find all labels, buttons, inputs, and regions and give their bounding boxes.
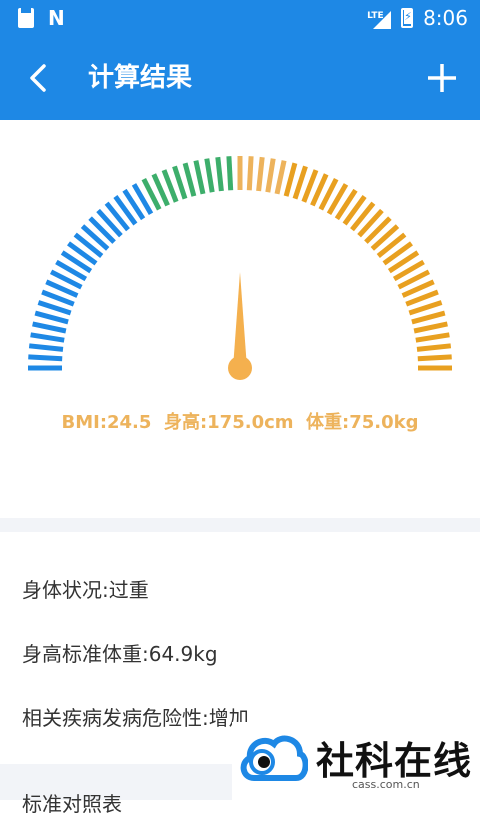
- cloud-eye-logo-icon: [240, 735, 308, 781]
- notification-n-icon: N: [48, 6, 65, 30]
- gauge-tick: [283, 162, 298, 197]
- gauge-tick: [411, 310, 446, 325]
- section-divider: [0, 518, 480, 532]
- gauge-tick: [292, 165, 308, 200]
- gauge-tick: [215, 156, 224, 192]
- gauge-tick: [417, 354, 452, 362]
- gauge-tick: [265, 158, 276, 193]
- gauge-tick: [408, 300, 443, 316]
- standard-weight: 身高标准体重:64.9kg: [22, 642, 218, 666]
- gauge-needle: [233, 272, 247, 368]
- gauge-tick: [37, 300, 72, 316]
- gauge-tick: [34, 310, 69, 325]
- back-arrow-icon[interactable]: [22, 60, 58, 96]
- gauge-tick: [416, 343, 452, 352]
- bmi-gauge: [28, 156, 452, 380]
- status-bar: N LTE 8:06: [0, 0, 480, 36]
- gauge-tick: [413, 321, 448, 334]
- signal-icon: LTE: [367, 9, 392, 29]
- toolbar: 计算结果: [0, 36, 480, 120]
- disease-risk: 相关疾病发病危险性:增加: [22, 706, 249, 730]
- sd-card-icon: [18, 8, 34, 28]
- gauge-tick: [193, 160, 206, 195]
- gauge-tick: [415, 332, 450, 343]
- watermark-brand: 社科在线: [316, 738, 473, 783]
- page-title: 计算结果: [88, 63, 193, 93]
- gauge-tick: [182, 162, 197, 197]
- gauge-tick: [32, 321, 67, 334]
- gauge-tick: [226, 156, 234, 191]
- gauge-needle-hub: [228, 356, 252, 380]
- reference-table-label: 标准对照表: [22, 792, 122, 816]
- gauge-tick: [274, 160, 287, 195]
- gauge-tick: [28, 343, 64, 352]
- gauge-tick: [172, 165, 188, 200]
- add-plus-icon[interactable]: [424, 60, 460, 96]
- gauge-tick: [256, 156, 265, 192]
- gauge-tick: [30, 332, 65, 343]
- watermark-url: cass.com.cn: [352, 778, 420, 791]
- bmi-summary: BMI:24.5 身高:175.0cm 体重:75.0kg: [61, 412, 419, 433]
- bmi-gauge-panel: BMI:24.5 身高:175.0cm 体重:75.0kg: [0, 120, 480, 520]
- gauge-tick: [246, 156, 254, 191]
- body-condition: 身体状况:过重: [22, 578, 149, 602]
- gauge-tick: [28, 354, 63, 362]
- battery-icon: [401, 8, 414, 28]
- gauge-tick: [204, 158, 215, 193]
- clock: 8:06: [423, 6, 468, 30]
- watermark: 社科在线 cass.com.cn: [232, 722, 480, 800]
